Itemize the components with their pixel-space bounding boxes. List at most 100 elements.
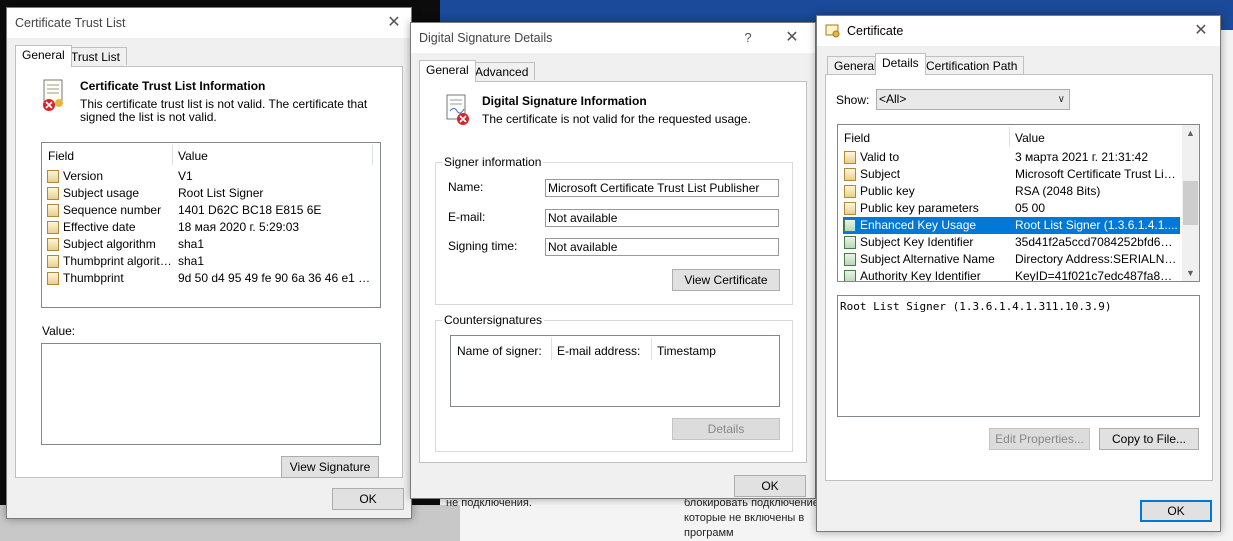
- scroll-down-arrow-icon[interactable]: ▼: [1182, 268, 1199, 278]
- value-label: Value:: [42, 324, 76, 338]
- header-divider: [1009, 127, 1010, 147]
- header-divider: [651, 338, 652, 360]
- field-name: Valid to: [860, 150, 900, 164]
- table-row[interactable]: Thumbprint algorithm sha1: [47, 253, 377, 270]
- dsd-message: The certificate is not valid for the req…: [482, 112, 751, 126]
- table-row[interactable]: Public key parameters 05 00: [843, 200, 1180, 217]
- close-icon[interactable]: ✕: [383, 12, 405, 32]
- certificate-field-icon: [844, 151, 856, 164]
- field-value: 05 00: [1015, 201, 1046, 215]
- field-value: 1401 D62C BC18 E815 6E: [178, 203, 322, 217]
- details-button[interactable]: Details: [672, 418, 780, 440]
- tab-trust-list[interactable]: Trust List: [64, 47, 127, 65]
- field-value: 35d41f2a5ccd7084252bfd6b5...: [1015, 235, 1178, 249]
- scrollbar-thumb[interactable]: [1183, 181, 1198, 225]
- countersignatures-list[interactable]: Name of signer: E-mail address: Timestam…: [450, 335, 780, 407]
- help-icon[interactable]: ?: [737, 30, 759, 45]
- ctl-message-line1: This certificate trust list is not valid…: [80, 97, 368, 111]
- name-label: Name:: [448, 180, 484, 194]
- header-divider: [372, 145, 373, 165]
- field-icon: [47, 221, 59, 234]
- ok-button[interactable]: OK: [332, 488, 404, 510]
- copy-to-file-button[interactable]: Copy to File...: [1099, 428, 1199, 450]
- window-title: Certificate Trust List: [15, 16, 126, 30]
- field-name: Sequence number: [63, 203, 162, 217]
- certificate-trust-list-window: Certificate Trust List ✕ General Trust L…: [6, 7, 412, 519]
- title-bar: Certificate Trust List ✕: [7, 8, 411, 38]
- show-dropdown-value: <All>: [879, 92, 907, 106]
- field-value: Root List Signer: [178, 186, 264, 200]
- field-name: Authority Key Identifier: [860, 269, 981, 282]
- digital-signature-details-window: Digital Signature Details ? ✕ General Ad…: [410, 22, 816, 499]
- col-header-name-of-signer[interactable]: Name of signer:: [457, 344, 542, 358]
- tab-advanced[interactable]: Advanced: [468, 62, 536, 80]
- value-textbox[interactable]: [41, 343, 381, 445]
- scroll-up-arrow-icon[interactable]: ▲: [1182, 128, 1199, 138]
- field-name: Thumbprint: [63, 271, 124, 285]
- ok-button[interactable]: OK: [734, 475, 806, 497]
- signing-time-label: Signing time:: [448, 239, 518, 253]
- cert-field-list[interactable]: Field Value Valid to 3 марта 2021 г. 21:…: [837, 124, 1200, 282]
- chevron-down-icon: ∨: [1057, 94, 1065, 105]
- col-header-email-address[interactable]: E-mail address:: [557, 344, 640, 358]
- tab-general[interactable]: General: [15, 45, 72, 67]
- email-label: E-mail:: [448, 210, 486, 224]
- signing-time-field[interactable]: Not available: [545, 238, 779, 256]
- field-icon: [47, 272, 59, 285]
- col-header-timestamp[interactable]: Timestamp: [657, 344, 716, 358]
- field-name: Enhanced Key Usage: [860, 218, 977, 232]
- view-signature-button[interactable]: View Signature: [281, 456, 379, 478]
- field-detail-text: Root List Signer (1.3.6.1.4.1.311.10.3.9…: [840, 300, 1112, 313]
- table-row-selected[interactable]: Enhanced Key Usage Root List Signer (1.3…: [843, 217, 1180, 234]
- certificate-field-icon: [844, 202, 856, 215]
- vertical-scrollbar[interactable]: ▲ ▼: [1182, 125, 1199, 281]
- col-header-field[interactable]: Field: [48, 149, 74, 163]
- signer-information-group: Signer information Name: Microsoft Certi…: [435, 155, 793, 305]
- general-panel: Certificate Trust List Information This …: [15, 66, 403, 478]
- col-header-field[interactable]: Field: [844, 131, 870, 145]
- extension-field-icon: [844, 219, 856, 232]
- field-value: Root List Signer (1.3.6.1.4.1....: [1015, 218, 1178, 232]
- certificate-invalid-icon: [43, 79, 63, 111]
- signer-email-field[interactable]: Not available: [545, 209, 779, 227]
- table-row[interactable]: Subject Key Identifier 35d41f2a5ccd70842…: [843, 234, 1180, 251]
- show-dropdown[interactable]: <All> ∨: [876, 89, 1070, 110]
- table-row[interactable]: Public key RSA (2048 Bits): [843, 183, 1180, 200]
- table-row[interactable]: Subject Microsoft Certificate Trust List…: [843, 166, 1180, 183]
- view-certificate-button[interactable]: View Certificate: [672, 269, 780, 291]
- field-value: KeyID=41f021c7edc487fa837...: [1015, 269, 1178, 282]
- extension-field-icon: [844, 236, 856, 249]
- field-icon: [47, 255, 59, 268]
- col-header-value[interactable]: Value: [1015, 131, 1045, 145]
- col-header-value[interactable]: Value: [178, 149, 208, 163]
- tab-certification-path[interactable]: Certification Path: [919, 56, 1025, 74]
- background-text-3: которые не включены в: [684, 512, 805, 524]
- table-row[interactable]: Subject Alternative Name Directory Addre…: [843, 251, 1180, 268]
- ctl-field-list[interactable]: Field Value Version V1 Subject usage Roo…: [41, 142, 381, 308]
- certificate-icon: [825, 24, 840, 38]
- tab-details[interactable]: Details: [875, 53, 926, 75]
- field-detail-textbox[interactable]: Root List Signer (1.3.6.1.4.1.311.10.3.9…: [837, 295, 1200, 417]
- signer-name-field[interactable]: Microsoft Certificate Trust List Publish…: [545, 179, 779, 197]
- table-row[interactable]: Valid to 3 марта 2021 г. 21:31:42: [843, 149, 1180, 166]
- certificate-window: Certificate ✕ General Details Certificat…: [816, 15, 1221, 532]
- details-panel: Show: <All> ∨ Field Value Valid to 3 мар…: [825, 74, 1213, 481]
- table-row[interactable]: Sequence number 1401 D62C BC18 E815 6E: [47, 202, 377, 219]
- field-value: 3 марта 2021 г. 21:31:42: [1015, 150, 1149, 164]
- field-value: sha1: [178, 254, 205, 268]
- table-row[interactable]: Subject usage Root List Signer: [47, 185, 377, 202]
- table-row[interactable]: Thumbprint 9d 50 d4 95 49 fe 90 6a 36 46…: [47, 270, 377, 287]
- table-row[interactable]: Effective date 18 мая 2020 г. 5:29:03: [47, 219, 377, 236]
- tab-general[interactable]: General: [419, 60, 476, 82]
- close-icon[interactable]: ✕: [781, 27, 803, 47]
- table-row[interactable]: Subject algorithm sha1: [47, 236, 377, 253]
- signature-invalid-icon: [446, 94, 469, 125]
- table-row[interactable]: Version V1: [47, 168, 377, 185]
- close-icon[interactable]: ✕: [1190, 20, 1212, 40]
- ok-button[interactable]: OK: [1140, 500, 1212, 522]
- field-name: Effective date: [63, 220, 136, 234]
- countersignatures-group: Countersignatures Name of signer: E-mail…: [435, 313, 793, 452]
- countersignatures-group-label: Countersignatures: [442, 313, 545, 327]
- edit-properties-button[interactable]: Edit Properties...: [989, 428, 1090, 450]
- table-row[interactable]: Authority Key Identifier KeyID=41f021c7e…: [843, 268, 1180, 282]
